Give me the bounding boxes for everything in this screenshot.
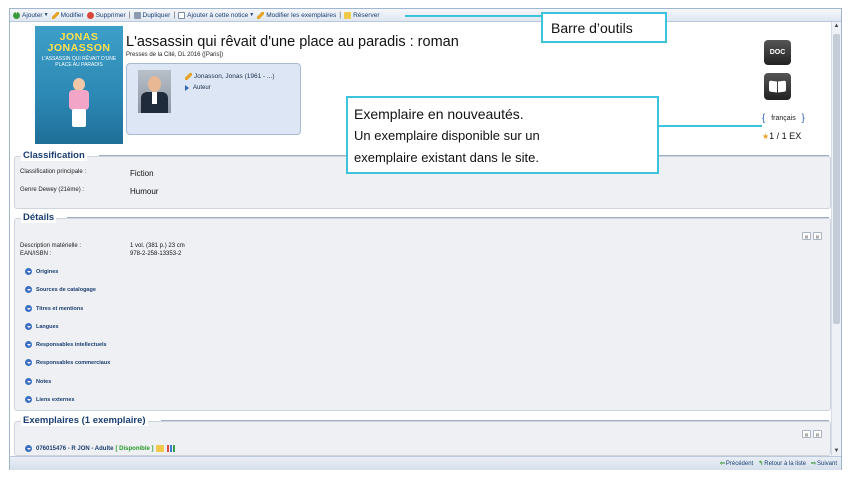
vertical-scrollbar[interactable]: ▲ ▼ [831,22,841,456]
doc-type-icon: DOC [764,40,791,65]
expander-liens[interactable]: Liens externes [25,396,75,403]
expand-icon [25,359,32,366]
expander-titres[interactable]: Titres et mentions [25,305,83,312]
section-title: Détails [21,212,57,223]
record-title: L'assassin qui rêvait d'une place au par… [126,34,459,50]
add-button[interactable]: Ajouter▼ [13,9,49,19]
field-value: Humour [130,187,159,196]
arrow-right-icon: ⇨ [810,461,816,467]
field-label: Genre Dewey (21ème) : [20,187,85,193]
expander-resp-commerciaux[interactable]: Responsables commerciaux [25,359,110,366]
field-value: 978-2-258-13353-2 [130,251,182,257]
author-photo [138,70,171,113]
expand-icon [25,445,32,452]
cover-author: JONAS JONASSON [47,31,111,54]
details-section: Détails ▤ ▤ Description matérielle : 1 v… [14,212,831,411]
chevron-down-icon: ▼ [43,12,49,18]
field-label: Description matérielle : [20,243,82,249]
expand-button[interactable]: ▤ [813,232,822,240]
copies-count: ★1 / 1 EX [762,131,802,141]
section-title: Exemplaires (1 exemplaire) [21,415,148,426]
footer-bar: ⇦Précédent ↰Retour à la liste ⇨Suivant [10,456,841,470]
document-icon [178,11,186,19]
expand-icon [25,396,32,403]
edit-copies-button[interactable]: Modifier les exemplaires [257,11,336,19]
arrow-left-icon: ⇦ [719,461,725,467]
author-link[interactable]: Jonasson, Jonas (1961 - ...) [185,73,275,80]
expand-icon [25,323,32,330]
section-controls: ▤ ▤ [802,430,822,438]
duplicate-icon [133,11,141,19]
author-card: Jonasson, Jonas (1961 - ...) Auteur [126,63,301,135]
toolbar-separator: | [173,11,176,19]
folder-icon[interactable] [156,445,165,452]
scroll-thumb[interactable] [833,34,840,324]
callout-toolbar: Barre d’outils [541,12,667,43]
book-icon [764,73,791,100]
section-title: Classification [21,150,87,161]
expand-icon [25,378,32,385]
delete-icon [86,11,94,19]
copy-item[interactable]: 076015476 - R JON - Adulte[ Disponible ] [25,445,176,452]
expander-resp-intellectuels[interactable]: Responsables intellectuels [25,341,107,348]
chevron-down-icon: ▼ [249,12,255,18]
callout-pointer [405,15,541,17]
pencil-icon [51,11,59,19]
publisher: Presses de la Cité, DL 2016 ([Paris]) [126,52,224,58]
expand-icon [25,341,32,348]
record-content: JONAS JONASSON L'assassin qui rêvait d'u… [10,22,831,456]
reserve-icon [344,11,352,19]
stats-icon[interactable] [167,445,176,452]
next-link[interactable]: ⇨Suivant [811,460,837,467]
record-navigation: ⇦Précédent ↰Retour à la liste ⇨Suivant [720,460,837,467]
author-role: Auteur [185,85,211,91]
pencil-icon [185,73,192,80]
add-icon [13,9,20,19]
duplicate-button[interactable]: Dupliquer [133,11,170,19]
expand-icon [25,268,32,275]
callout-copies: Exemplaire en nouveautés. Un exemplaire … [346,96,659,174]
expander-sources[interactable]: Sources de catalogage [25,286,96,293]
cover-illustration [63,78,95,130]
reserve-button[interactable]: Réserver [344,11,379,19]
back-to-list-link[interactable]: ↰Retour à la liste [758,460,806,467]
field-label: Classification principale : [20,169,87,175]
delete-button[interactable]: Supprimer [86,11,126,19]
pencil-icon [257,11,265,19]
field-value: 1 vol. (381 p.) 23 cm [130,243,185,249]
field-label: EAN/ISBN : [20,251,52,257]
collapse-button[interactable]: ▤ [802,232,811,240]
expand-icon [25,305,32,312]
book-cover[interactable]: JONAS JONASSON L'assassin qui rêvait d'u… [35,26,123,144]
availability-status: [ Disponible ] [115,445,154,452]
edit-button[interactable]: Modifier [51,11,84,19]
callout-pointer [658,125,762,127]
previous-link[interactable]: ⇦Précédent [720,460,753,467]
cover-title: L'assassin qui rêvait d'une place au par… [41,56,117,68]
expander-origines[interactable]: Origines [25,268,58,275]
arrow-return-icon: ↰ [758,461,764,467]
scroll-down-arrow-icon[interactable]: ▼ [832,447,841,456]
expand-icon [25,286,32,293]
expander-langues[interactable]: Langues [25,323,59,330]
add-to-record-button[interactable]: Ajouter à cette notice ▼ [178,11,255,19]
scroll-up-arrow-icon[interactable]: ▲ [832,22,841,31]
section-controls: ▤ ▤ [802,232,822,240]
field-value: Fiction [130,169,154,178]
toolbar-separator: | [339,11,342,19]
language-label: { français } [762,113,805,124]
triangle-right-icon [185,85,189,91]
expand-button[interactable]: ▤ [813,430,822,438]
expander-notes[interactable]: Notes [25,378,51,385]
collapse-button[interactable]: ▤ [802,430,811,438]
record-window: Ajouter▼ Modifier Supprimer | Dupliquer … [9,8,842,470]
copies-section: Exemplaires (1 exemplaire) ▤ ▤ 076015476… [14,415,831,456]
toolbar-separator: | [128,11,131,19]
